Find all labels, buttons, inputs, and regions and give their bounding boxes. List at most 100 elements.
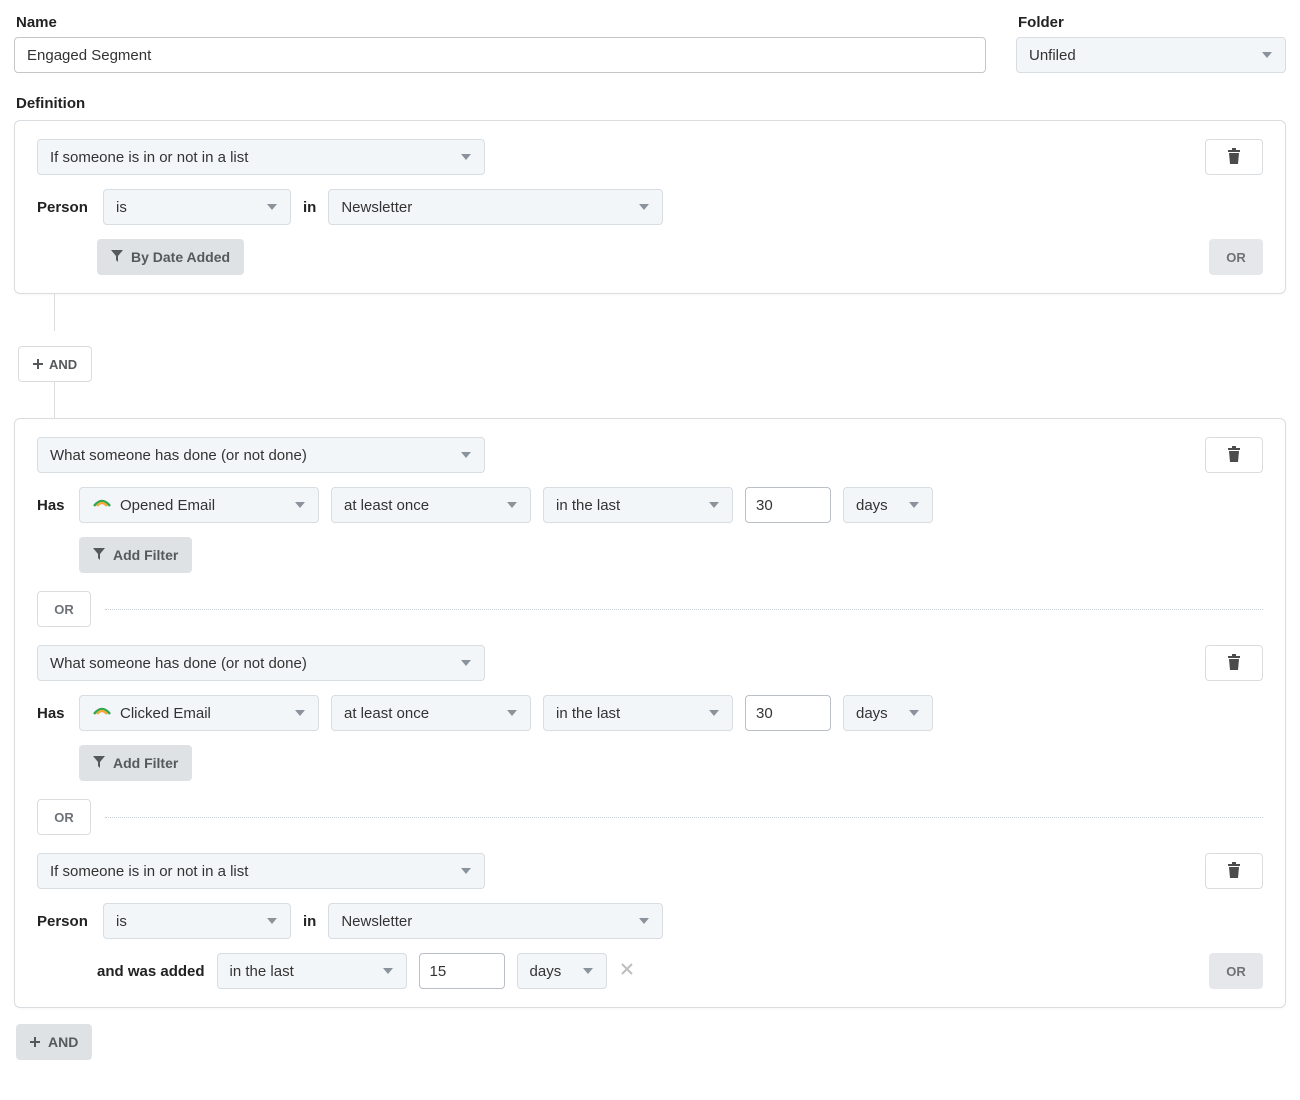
person-prefix: Person xyxy=(37,199,91,216)
chevron-down-icon xyxy=(506,499,518,511)
delete-condition-button[interactable] xyxy=(1205,139,1263,175)
or-button[interactable]: OR xyxy=(1209,953,1263,989)
and-button-bottom[interactable]: AND xyxy=(16,1024,92,1060)
condition-type-value: If someone is in or not in a list xyxy=(50,863,248,880)
klaviyo-icon xyxy=(92,493,112,517)
folder-select-value: Unfiled xyxy=(1029,47,1076,64)
trash-icon xyxy=(1227,654,1241,673)
metric-select[interactable]: Opened Email xyxy=(79,487,319,523)
operator-value: is xyxy=(116,913,127,930)
condition-type-select[interactable]: If someone is in or not in a list xyxy=(37,139,485,175)
name-input[interactable] xyxy=(14,37,986,73)
metric-select[interactable]: Clicked Email xyxy=(79,695,319,731)
definition-label: Definition xyxy=(16,95,1286,112)
condition-type-select[interactable]: What someone has done (or not done) xyxy=(37,437,485,473)
list-select[interactable]: Newsletter xyxy=(328,189,663,225)
and-was-added-text: and was added xyxy=(97,963,205,980)
group-connector xyxy=(14,382,1286,418)
trash-icon xyxy=(1227,862,1241,881)
divider-line xyxy=(105,609,1263,610)
connector-line xyxy=(54,381,55,419)
frequency-select[interactable]: at least once xyxy=(331,695,531,731)
frequency-value: at least once xyxy=(344,705,429,722)
person-prefix: Person xyxy=(37,913,91,930)
chevron-down-icon xyxy=(708,707,720,719)
chevron-down-icon xyxy=(638,201,650,213)
condition-group-2: What someone has done (or not done) Has … xyxy=(14,418,1286,1008)
unit-value: days xyxy=(856,497,888,514)
add-filter-label: Add Filter xyxy=(113,755,178,771)
chevron-down-icon xyxy=(582,965,594,977)
and-label: AND xyxy=(48,1034,78,1050)
days-count-input[interactable] xyxy=(745,695,831,731)
in-text: in xyxy=(303,913,316,930)
timeframe-value: in the last xyxy=(556,497,620,514)
chevron-down-icon xyxy=(460,865,472,877)
chevron-down-icon xyxy=(460,151,472,163)
trash-icon xyxy=(1227,446,1241,465)
timeframe-select[interactable]: in the last xyxy=(217,953,407,989)
chevron-down-icon xyxy=(708,499,720,511)
divider-line xyxy=(105,817,1263,818)
chevron-down-icon xyxy=(908,707,920,719)
list-select[interactable]: Newsletter xyxy=(328,903,663,939)
unit-value: days xyxy=(856,705,888,722)
by-date-added-button[interactable]: By Date Added xyxy=(97,239,244,275)
and-button[interactable]: AND xyxy=(18,346,92,382)
timeframe-value: in the last xyxy=(556,705,620,722)
unit-select[interactable]: days xyxy=(843,695,933,731)
or-divider: OR xyxy=(37,591,1263,627)
days-count-input[interactable] xyxy=(419,953,505,989)
plus-icon xyxy=(33,357,43,372)
by-date-added-label: By Date Added xyxy=(131,249,230,265)
condition-type-value: What someone has done (or not done) xyxy=(50,655,307,672)
or-divider: OR xyxy=(37,799,1263,835)
timeframe-select[interactable]: in the last xyxy=(543,487,733,523)
name-label: Name xyxy=(16,14,986,31)
add-filter-button[interactable]: Add Filter xyxy=(79,537,192,573)
delete-condition-button[interactable] xyxy=(1205,437,1263,473)
timeframe-value: in the last xyxy=(230,963,294,980)
chevron-down-icon xyxy=(382,965,394,977)
condition-type-select[interactable]: If someone is in or not in a list xyxy=(37,853,485,889)
folder-select[interactable]: Unfiled xyxy=(1016,37,1286,73)
remove-filter-button[interactable] xyxy=(619,961,635,981)
chevron-down-icon xyxy=(1261,49,1273,61)
unit-select[interactable]: days xyxy=(517,953,607,989)
frequency-value: at least once xyxy=(344,497,429,514)
condition-type-select[interactable]: What someone has done (or not done) xyxy=(37,645,485,681)
condition-group-1: If someone is in or not in a list Person… xyxy=(14,120,1286,294)
chevron-down-icon xyxy=(294,499,306,511)
condition-type-value: What someone has done (or not done) xyxy=(50,447,307,464)
days-count-input[interactable] xyxy=(745,487,831,523)
in-text: in xyxy=(303,199,316,216)
unit-select[interactable]: days xyxy=(843,487,933,523)
add-filter-label: Add Filter xyxy=(113,547,178,563)
filter-icon xyxy=(111,249,123,265)
operator-select[interactable]: is xyxy=(103,903,291,939)
timeframe-select[interactable]: in the last xyxy=(543,695,733,731)
or-separator[interactable]: OR xyxy=(37,799,91,835)
or-button[interactable]: OR xyxy=(1209,239,1263,275)
connector-line xyxy=(54,293,55,331)
unit-value: days xyxy=(530,963,562,980)
frequency-select[interactable]: at least once xyxy=(331,487,531,523)
list-value: Newsletter xyxy=(341,199,412,216)
and-label: AND xyxy=(49,357,77,372)
chevron-down-icon xyxy=(294,707,306,719)
condition-type-value: If someone is in or not in a list xyxy=(50,149,248,166)
add-filter-button[interactable]: Add Filter xyxy=(79,745,192,781)
filter-icon xyxy=(93,547,105,563)
folder-label: Folder xyxy=(1018,14,1286,31)
metric-value: Clicked Email xyxy=(120,705,211,722)
group-connector xyxy=(14,294,1286,330)
operator-select[interactable]: is xyxy=(103,189,291,225)
chevron-down-icon xyxy=(460,657,472,669)
delete-condition-button[interactable] xyxy=(1205,853,1263,889)
or-separator[interactable]: OR xyxy=(37,591,91,627)
delete-condition-button[interactable] xyxy=(1205,645,1263,681)
filter-icon xyxy=(93,755,105,771)
has-prefix: Has xyxy=(37,705,67,722)
metric-value: Opened Email xyxy=(120,497,215,514)
chevron-down-icon xyxy=(908,499,920,511)
